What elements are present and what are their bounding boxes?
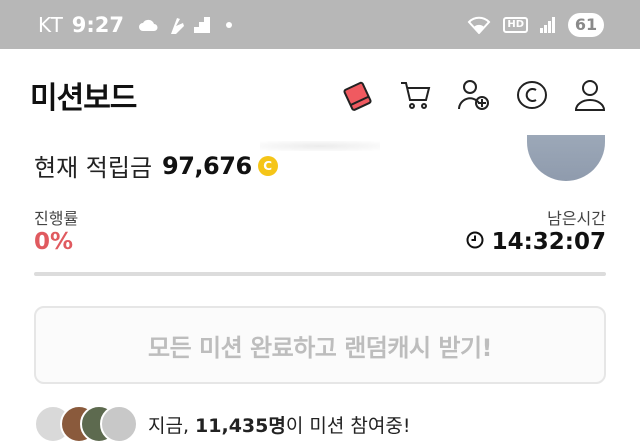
- remaining-time: 14:32:07: [466, 229, 606, 255]
- avatar: [100, 405, 138, 443]
- participants-prefix: 지금,: [148, 414, 189, 437]
- participants-count: 11,435명: [195, 414, 286, 437]
- participants-text: 지금, 11,435명이 미션 참여중!: [148, 411, 410, 438]
- remaining-time-label: 남은시간: [547, 209, 606, 228]
- mission-board-content: 현재 적립금 97,676 C 진행률 0% 남은시간 14:32:07 모든 …: [0, 135, 640, 443]
- mission-card-icon[interactable]: [338, 75, 378, 115]
- header-actions: [338, 75, 610, 115]
- progress-value: 0%: [34, 229, 74, 255]
- battery-indicator: 61: [568, 12, 604, 37]
- page-title: 미션보드: [30, 81, 137, 116]
- wifi-icon: [467, 16, 491, 34]
- cart-icon[interactable]: [396, 75, 436, 115]
- hand-icon: [168, 14, 186, 36]
- app-header: 미션보드: [0, 49, 640, 141]
- participants-row: 지금, 11,435명이 미션 참여중!: [34, 405, 410, 443]
- points-value: 97,676: [162, 151, 252, 180]
- remaining-time-value: 14:32:07: [491, 229, 606, 255]
- cell-signal-icon: [540, 16, 556, 33]
- points-label: 현재 적립금: [34, 154, 153, 182]
- cloud-icon: [138, 18, 160, 32]
- progress-label: 진행률: [34, 209, 79, 228]
- hd-voice-badge: HD: [503, 16, 528, 33]
- complete-all-missions-button[interactable]: 모든 미션 완료하고 랜덤캐시 받기!: [34, 306, 606, 384]
- coin-icon: C: [257, 155, 278, 176]
- status-bar: KT 9:27 HD 61: [0, 0, 640, 49]
- clock-icon: [466, 229, 484, 255]
- avatar: [527, 135, 605, 181]
- signal-step-icon: [194, 16, 211, 33]
- participant-avatars: [34, 405, 138, 443]
- card-shadow: [260, 141, 380, 151]
- points-summary: 현재 적립금 97,676 C: [34, 148, 278, 183]
- participants-suffix: 이 미션 참여중!: [285, 414, 411, 437]
- profile-icon[interactable]: [570, 75, 610, 115]
- notification-dot: [226, 21, 233, 28]
- carrier-label: KT: [38, 12, 64, 37]
- status-time: 9:27: [71, 12, 125, 37]
- progress-bar: [34, 272, 606, 276]
- add-friend-icon[interactable]: [454, 75, 494, 115]
- coin-c-icon[interactable]: [512, 75, 552, 115]
